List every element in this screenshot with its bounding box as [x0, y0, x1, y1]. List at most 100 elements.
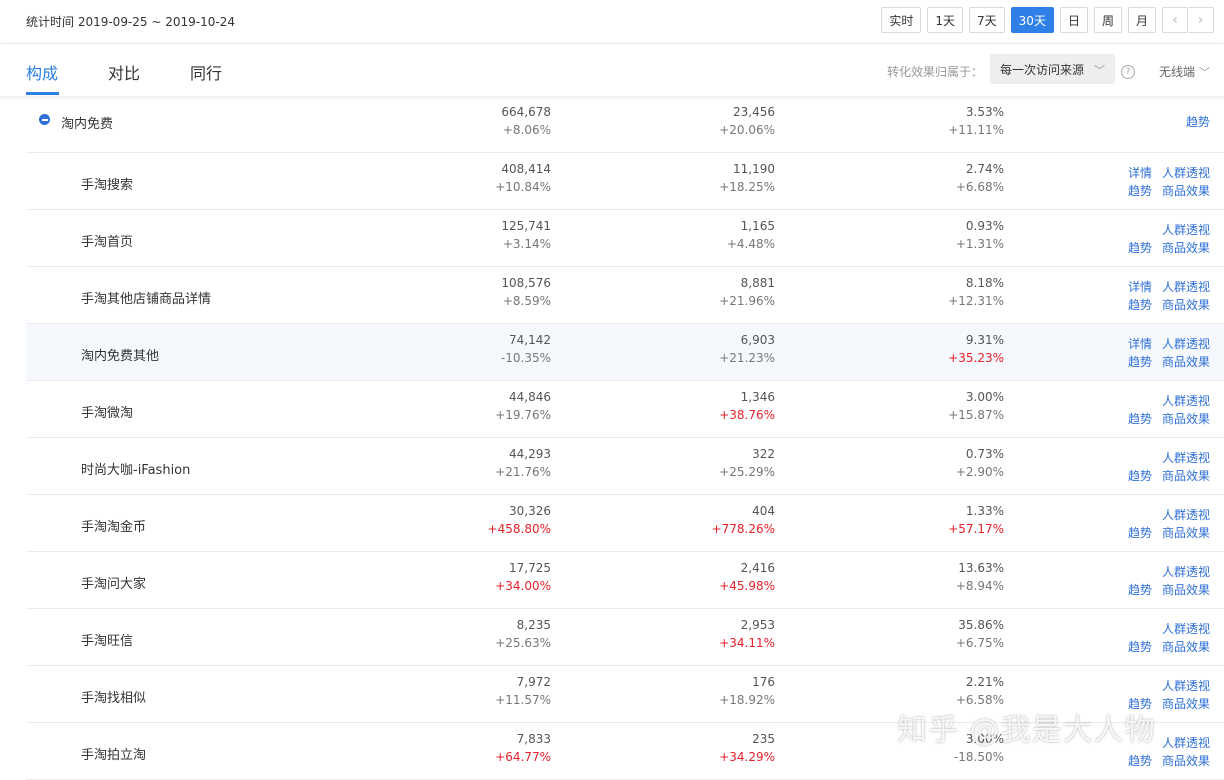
tab-peers[interactable]: 同行	[190, 60, 222, 84]
visitors-change: +3.14%	[502, 237, 551, 251]
trend-link[interactable]: 趋势	[1128, 581, 1152, 599]
trend-link[interactable]: 趋势	[1128, 410, 1152, 428]
visitors-cell: 408,414 +10.84%	[495, 160, 551, 196]
visitors-change: +64.77%	[495, 750, 551, 764]
collapse-icon[interactable]	[39, 114, 50, 125]
conversion-value: 35.86%	[958, 618, 1004, 632]
buyers-value: 1,346	[740, 390, 775, 404]
trend-link[interactable]: 趋势	[1128, 353, 1152, 371]
crowd-insight-link[interactable]: 人群透视	[1162, 278, 1210, 296]
conversion-change: +6.58%	[955, 693, 1004, 707]
detail-link[interactable]: 详情	[1128, 164, 1152, 182]
source-name[interactable]: 手淘淘金币	[81, 516, 146, 535]
period-30day-button[interactable]: 30天	[1010, 7, 1054, 33]
buyers-change: +21.96%	[719, 294, 775, 308]
visitors-value: 664,678	[501, 105, 551, 119]
source-name[interactable]: 手淘首页	[81, 231, 133, 250]
crowd-insight-link[interactable]: 人群透视	[1162, 449, 1210, 467]
detail-link[interactable]: 详情	[1128, 278, 1152, 296]
trend-link[interactable]: 趋势	[1128, 239, 1152, 257]
attribution-label: 转化效果归属于：	[887, 65, 984, 79]
source-name[interactable]: 手淘找相似	[81, 687, 146, 706]
table-row: 手淘搜索 408,414 +10.84% 11,190 +18.25% 2.74% +6.6…	[26, 153, 1224, 210]
buyers-value: 11,190	[733, 162, 775, 176]
buyers-value: 6,903	[740, 333, 775, 347]
conversion-cell: 0.93% +1.31%	[956, 217, 1004, 253]
product-effect-link[interactable]: 商品效果	[1162, 353, 1210, 371]
period-day-button[interactable]: 日	[1059, 7, 1088, 33]
table-row: 手淘拍立淘 7,833 +64.77% 235 +34.29% 3.00% -18.50% 人…	[26, 723, 1224, 780]
crowd-insight-link[interactable]: 人群透视	[1162, 620, 1210, 638]
source-name[interactable]: 手淘微淘	[81, 402, 133, 421]
trend-link[interactable]: 趋势	[1128, 638, 1152, 656]
trend-link[interactable]: 趋势	[1128, 467, 1152, 485]
period-7day-button[interactable]: 7天	[969, 7, 1005, 33]
period-month-button[interactable]: 月	[1127, 7, 1156, 33]
period-1day-button[interactable]: 1天	[927, 7, 964, 33]
product-effect-link[interactable]: 商品效果	[1162, 467, 1210, 485]
source-name[interactable]: 手淘搜索	[81, 174, 133, 193]
product-effect-link[interactable]: 商品效果	[1162, 239, 1210, 257]
crowd-insight-link[interactable]: 人群透视	[1162, 734, 1210, 752]
conversion-value: 3.00%	[965, 732, 1004, 746]
source-name[interactable]: 淘内免费其他	[81, 345, 159, 364]
detail-link[interactable]: 详情	[1128, 335, 1152, 353]
conversion-cell: 3.00% -18.50%	[954, 730, 1004, 766]
product-effect-link[interactable]: 商品效果	[1162, 524, 1210, 542]
source-name[interactable]: 手淘旺信	[81, 630, 133, 649]
buyers-change: +778.26%	[711, 522, 775, 536]
conversion-value: 2.74%	[965, 162, 1004, 176]
crowd-insight-link[interactable]: 人群透视	[1162, 677, 1210, 695]
product-effect-link[interactable]: 商品效果	[1162, 410, 1210, 428]
period-week-button[interactable]: 周	[1093, 7, 1122, 33]
trend-link[interactable]: 趋势	[1128, 182, 1152, 200]
trend-link[interactable]: 趋势	[1128, 695, 1152, 713]
product-effect-link[interactable]: 商品效果	[1162, 752, 1210, 770]
crowd-insight-link[interactable]: 人群透视	[1162, 563, 1210, 581]
crowd-insight-link[interactable]: 人群透视	[1162, 335, 1210, 353]
tab-composition[interactable]: 构成	[26, 60, 58, 84]
crowd-insight-link[interactable]: 人群透视	[1162, 221, 1210, 239]
product-effect-link[interactable]: 商品效果	[1162, 296, 1210, 314]
conversion-change: +8.94%	[955, 579, 1004, 593]
visitors-value: 408,414	[501, 162, 551, 176]
trend-link[interactable]: 趋势	[1186, 113, 1210, 131]
source-name[interactable]: 手淘拍立淘	[81, 744, 146, 763]
conversion-cell: 8.18% +12.31%	[948, 274, 1004, 310]
visitors-change: -10.35%	[500, 351, 551, 365]
product-effect-link[interactable]: 商品效果	[1162, 638, 1210, 656]
source-name[interactable]: 手淘其他店铺商品详情	[81, 288, 211, 307]
trend-link[interactable]: 趋势	[1128, 296, 1152, 314]
crowd-insight-link[interactable]: 人群透视	[1162, 164, 1210, 182]
chevron-left-icon: ‹	[1172, 12, 1178, 28]
conversion-cell: 13.63% +8.94%	[956, 559, 1004, 595]
question-icon[interactable]: ?	[1121, 65, 1135, 79]
tab-compare[interactable]: 对比	[108, 60, 140, 84]
visitors-value: 74,142	[509, 333, 551, 347]
visitors-cell: 664,678 +8.06%	[501, 103, 551, 139]
device-select[interactable]: 无线端 ﹀	[1159, 63, 1210, 80]
prev-period-button[interactable]: ‹	[1162, 7, 1188, 33]
visitors-value: 7,833	[516, 732, 551, 746]
group-name: 淘内免费	[61, 117, 114, 132]
product-effect-link[interactable]: 商品效果	[1162, 581, 1210, 599]
table-row: 手淘问大家 17,725 +34.00% 2,416 +45.98% 13.63% +8.9…	[26, 552, 1224, 609]
crowd-insight-link[interactable]: 人群透视	[1162, 392, 1210, 410]
conversion-cell: 3.53% +11.11%	[948, 103, 1004, 139]
buyers-cell: 1,346 +38.76%	[719, 388, 775, 424]
trend-link[interactable]: 趋势	[1128, 524, 1152, 542]
buyers-change: +25.29%	[719, 465, 775, 479]
table-row: 手淘其他店铺商品详情 108,576 +8.59% 8,881 +21.96% 8.18%…	[26, 267, 1224, 324]
buyers-value: 404	[752, 504, 775, 518]
trend-link[interactable]: 趋势	[1128, 752, 1152, 770]
source-name[interactable]: 时尚大咖-iFashion	[81, 459, 190, 478]
attribution-select[interactable]: 每一次访问来源 ﹀	[990, 54, 1115, 84]
source-name[interactable]: 手淘问大家	[81, 573, 146, 592]
next-period-button[interactable]: ›	[1188, 7, 1214, 33]
product-effect-link[interactable]: 商品效果	[1162, 695, 1210, 713]
crowd-insight-link[interactable]: 人群透视	[1162, 506, 1210, 524]
buyers-cell: 2,953 +34.11%	[719, 616, 775, 652]
period-realtime-button[interactable]: 实时	[881, 7, 922, 33]
product-effect-link[interactable]: 商品效果	[1162, 182, 1210, 200]
buyers-cell: 404 +778.26%	[712, 502, 775, 538]
